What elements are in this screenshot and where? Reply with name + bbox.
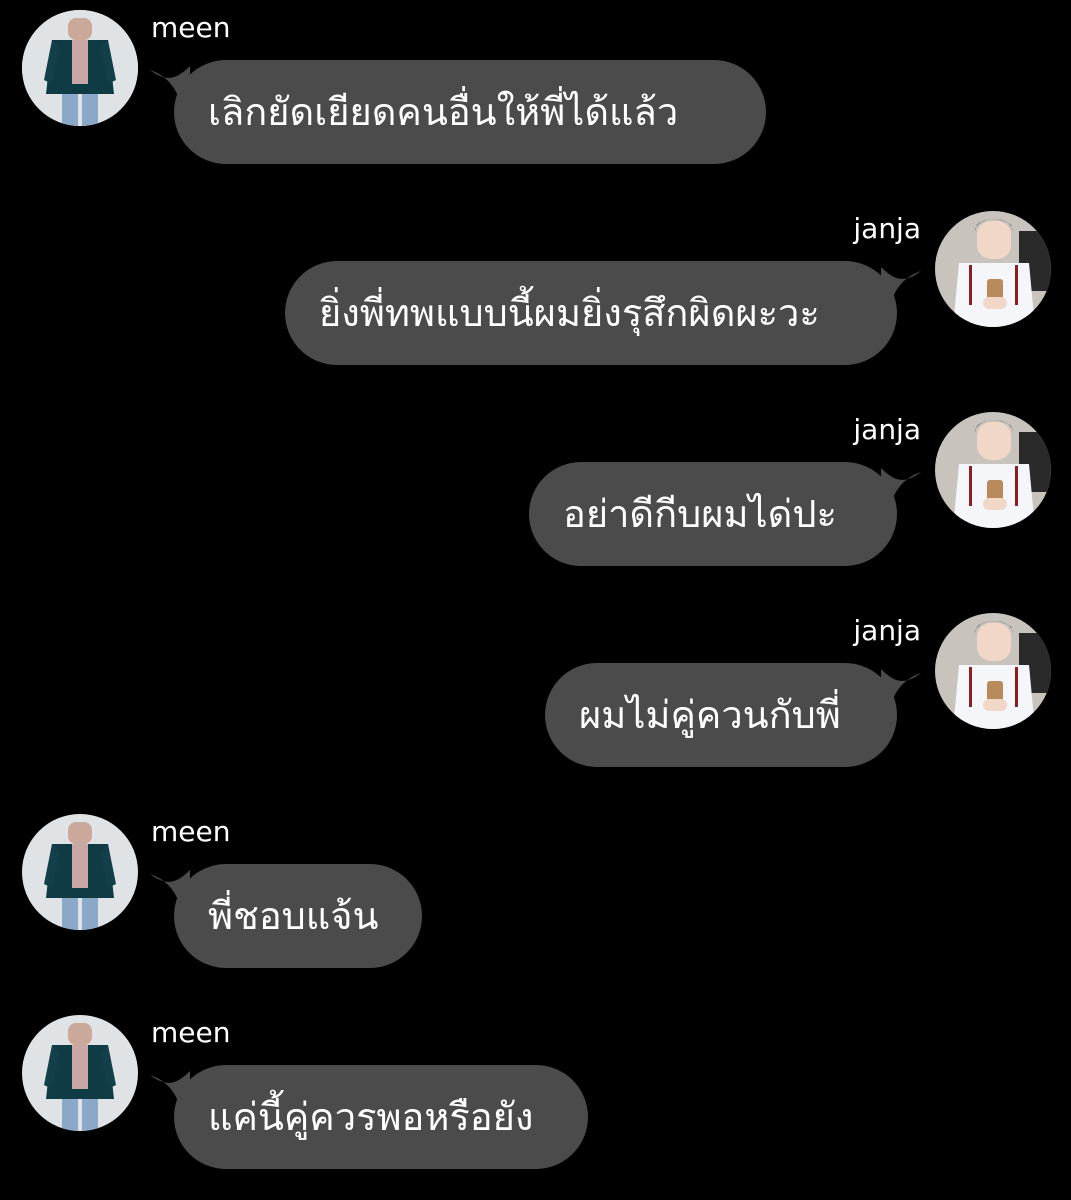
janja-avatar-image [935, 211, 1051, 327]
meen-avatar[interactable] [22, 1015, 138, 1131]
meen-avatar-image [22, 814, 138, 930]
sender-name: janja [853, 413, 921, 446]
message-bubble[interactable]: ยิ่งพี่ทพแบบนี้ผมยิ่งรุสึกผิดผะวะ [285, 261, 897, 365]
message-text: ผมไม่คู่ควนกับพี่ [579, 693, 841, 737]
meen-avatar-image [22, 1015, 138, 1131]
message-bubble[interactable]: อย่าดีกีบผมได่ปะ [529, 462, 897, 566]
message-bubble[interactable]: พี่ชอบแจ้น [174, 864, 422, 968]
janja-avatar[interactable] [935, 613, 1051, 729]
meen-avatar[interactable] [22, 814, 138, 930]
message-bubble[interactable]: เลิกยัดเยียดคนอื่นให้พี่ได้แล้ว [174, 60, 766, 164]
janja-avatar-image [935, 412, 1051, 528]
message-text: พี่ชอบแจ้น [208, 894, 379, 938]
sender-name: janja [853, 614, 921, 647]
message-bubble[interactable]: ผมไม่คู่ควนกับพี่ [545, 663, 897, 767]
message-text: เลิกยัดเยียดคนอื่นให้พี่ได้แล้ว [208, 90, 679, 134]
janja-avatar-image [935, 613, 1051, 729]
chat-thread: meen เลิกยัดเยียดคนอื่นให้พี่ได้แล้ว jan… [0, 0, 1071, 1200]
message-text: แค่นี้คู่ควรพอหรือยัง [208, 1095, 534, 1139]
message-bubble[interactable]: แค่นี้คู่ควรพอหรือยัง [174, 1065, 588, 1169]
message-text: ยิ่งพี่ทพแบบนี้ผมยิ่งรุสึกผิดผะวะ [319, 291, 820, 335]
sender-name: meen [151, 11, 231, 44]
meen-avatar-image [22, 10, 138, 126]
sender-name: meen [151, 815, 231, 848]
message-text: อย่าดีกีบผมได่ปะ [563, 492, 837, 536]
janja-avatar[interactable] [935, 412, 1051, 528]
meen-avatar[interactable] [22, 10, 138, 126]
sender-name: janja [853, 212, 921, 245]
sender-name: meen [151, 1016, 231, 1049]
janja-avatar[interactable] [935, 211, 1051, 327]
